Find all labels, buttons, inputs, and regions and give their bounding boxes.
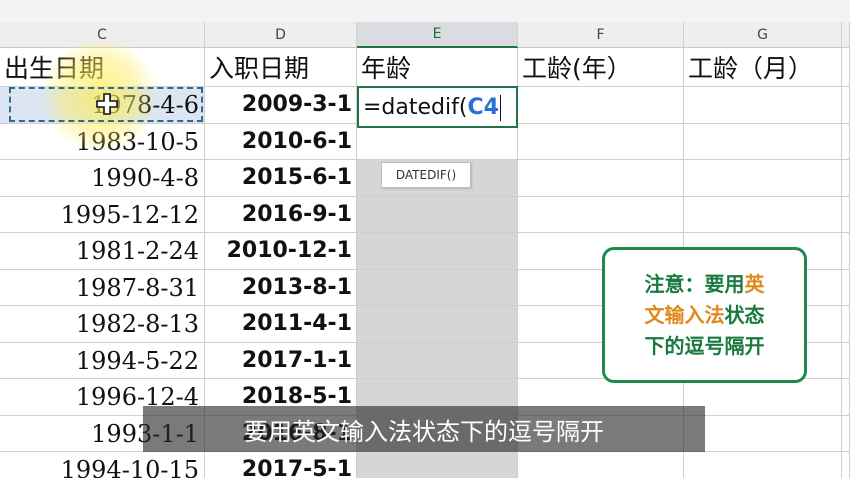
- age-cell[interactable]: [357, 452, 518, 478]
- cell-h[interactable]: [842, 160, 850, 197]
- column-header-h[interactable]: [842, 22, 850, 48]
- active-formula-cell[interactable]: =datedif(C4: [357, 86, 518, 128]
- cell-h[interactable]: [842, 124, 850, 160]
- years-service-cell[interactable]: [518, 197, 684, 233]
- hire-date-cell[interactable]: 2017-1-1: [205, 343, 357, 379]
- hire-date-cell[interactable]: 2016-9-1: [205, 197, 357, 233]
- months-service-cell[interactable]: [684, 124, 842, 160]
- header-age[interactable]: 年龄: [357, 48, 518, 87]
- cell-h[interactable]: [842, 343, 850, 379]
- age-cell[interactable]: [357, 270, 518, 306]
- note-line-2: 文输入法状态: [644, 302, 765, 327]
- note-line-3: 下的逗号隔开: [644, 333, 765, 358]
- months-service-cell[interactable]: [684, 160, 842, 197]
- video-subtitle: 要用英文输入法状态下的逗号隔开: [143, 406, 705, 452]
- function-tooltip[interactable]: DATEDIF(): [381, 162, 471, 188]
- age-cell[interactable]: [357, 233, 518, 270]
- cell-cursor-icon: [96, 93, 118, 115]
- note-callout: 注意：要用英 文输入法状态 下的逗号隔开: [602, 247, 807, 383]
- months-service-cell[interactable]: [684, 379, 842, 416]
- header-months-service[interactable]: 工龄（月）: [684, 48, 842, 87]
- months-service-cell[interactable]: [684, 416, 842, 452]
- column-header-e[interactable]: E: [357, 22, 518, 48]
- column-header-c[interactable]: C: [0, 22, 205, 48]
- birth-date-cell[interactable]: 1990-4-8: [0, 160, 205, 197]
- column-header-f[interactable]: F: [518, 22, 684, 48]
- formula-reference: C4: [467, 95, 499, 120]
- toolbar-strip: [0, 0, 850, 23]
- formula-text: =datedif(: [363, 95, 468, 120]
- cell-h[interactable]: [842, 452, 850, 478]
- cell-h[interactable]: [842, 416, 850, 452]
- cell-h[interactable]: [842, 306, 850, 343]
- hire-date-cell[interactable]: 2015-6-1: [205, 160, 357, 197]
- column-header-d[interactable]: D: [205, 22, 357, 48]
- hire-date-cell[interactable]: 2009-3-1: [205, 87, 357, 124]
- years-service-cell[interactable]: [518, 87, 684, 124]
- text-caret: [499, 95, 501, 121]
- spreadsheet[interactable]: C D E F G 出生日期 入职日期 年龄 工龄(年） 工龄（月） 1978-…: [0, 0, 850, 478]
- header-birth-date[interactable]: 出生日期: [0, 48, 205, 87]
- column-header-g[interactable]: G: [684, 22, 842, 48]
- birth-date-cell[interactable]: 1982-8-13: [0, 306, 205, 343]
- years-service-cell[interactable]: [518, 452, 684, 478]
- age-cell[interactable]: [357, 124, 518, 160]
- cell-h[interactable]: [842, 87, 850, 124]
- cell-h[interactable]: [842, 233, 850, 270]
- cell-h[interactable]: [842, 270, 850, 306]
- header-hire-date[interactable]: 入职日期: [205, 48, 357, 87]
- birth-date-cell[interactable]: 1994-10-15: [0, 452, 205, 478]
- cell-h-header[interactable]: [842, 48, 850, 87]
- hire-date-cell[interactable]: 2013-8-1: [205, 270, 357, 306]
- birth-date-cell[interactable]: 1994-5-22: [0, 343, 205, 379]
- note-line-1: 注意：要用英: [644, 271, 765, 296]
- cell-h[interactable]: [842, 379, 850, 416]
- header-years-service[interactable]: 工龄(年）: [518, 48, 684, 87]
- years-service-cell[interactable]: [518, 124, 684, 160]
- hire-date-cell[interactable]: 2017-5-1: [205, 452, 357, 478]
- birth-date-cell[interactable]: 1981-2-24: [0, 233, 205, 270]
- age-cell[interactable]: [357, 343, 518, 379]
- age-cell[interactable]: [357, 306, 518, 343]
- hire-date-cell[interactable]: 2011-4-1: [205, 306, 357, 343]
- years-service-cell[interactable]: [518, 160, 684, 197]
- age-cell[interactable]: [357, 197, 518, 233]
- cell-h[interactable]: [842, 197, 850, 233]
- birth-date-cell[interactable]: 1983-10-5: [0, 124, 205, 160]
- birth-date-cell[interactable]: 1995-12-12: [0, 197, 205, 233]
- birth-date-cell[interactable]: 1987-8-31: [0, 270, 205, 306]
- months-service-cell[interactable]: [684, 452, 842, 478]
- months-service-cell[interactable]: [684, 87, 842, 124]
- hire-date-cell[interactable]: 2010-6-1: [205, 124, 357, 160]
- hire-date-cell[interactable]: 2010-12-1: [205, 233, 357, 270]
- months-service-cell[interactable]: [684, 197, 842, 233]
